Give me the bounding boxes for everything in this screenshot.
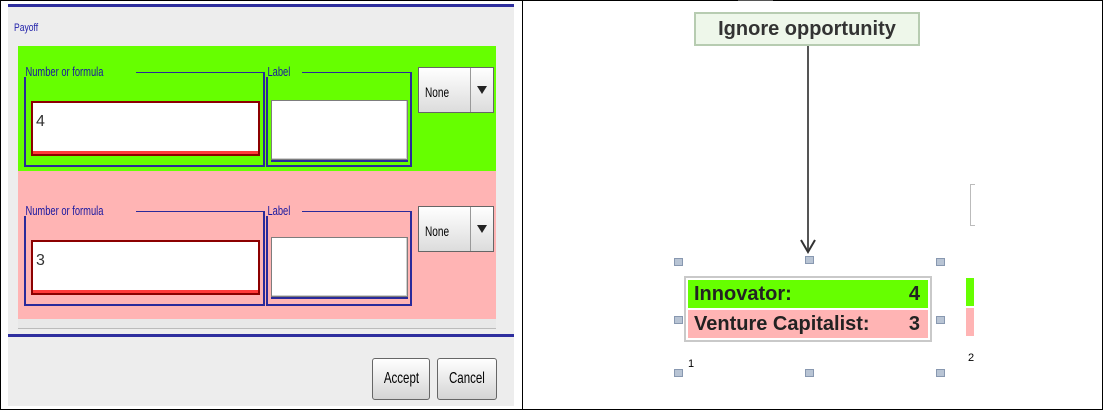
node-index: 1: [688, 358, 695, 370]
terminal-payoff-node[interactable]: Innovator: 4 Venture Capitalist: 3: [684, 276, 932, 342]
selection-handle[interactable]: [805, 369, 814, 377]
panel-footer-strip: [18, 319, 496, 329]
cancel-button-label: Cancel: [449, 370, 485, 387]
clipped-node: [970, 184, 975, 226]
player1-label-legend: Label: [267, 64, 291, 79]
accept-button-label: Accept: [383, 370, 419, 387]
accept-button[interactable]: Accept: [372, 358, 430, 400]
clipped-payoff-green: [966, 278, 974, 306]
player2-formula-legend: Number or formula: [25, 203, 104, 218]
cancel-button[interactable]: Cancel: [437, 358, 497, 400]
button-bar-separator: [8, 334, 514, 337]
player1-dropdown-value: None: [425, 84, 450, 100]
selection-handle[interactable]: [674, 316, 683, 324]
action-label[interactable]: Ignore opportunity: [694, 12, 920, 46]
payoff-value: 4: [908, 283, 920, 305]
clipped-payoff-pink: [966, 308, 974, 336]
selection-handle[interactable]: [805, 256, 814, 264]
payoff-row-innovator: Innovator: 4: [688, 280, 928, 308]
player2-format-dropdown[interactable]: None: [418, 206, 494, 252]
player2-label-input[interactable]: [271, 237, 408, 297]
selection-handle[interactable]: [936, 316, 945, 324]
player1-formula-legend: Number or formula: [25, 64, 104, 79]
selection-handle[interactable]: [674, 258, 683, 266]
selection-handle[interactable]: [936, 369, 945, 377]
player1-dropdown-button[interactable]: [470, 68, 493, 112]
payoff-row-venture-capitalist: Venture Capitalist: 3: [688, 310, 928, 338]
player2-dropdown-button[interactable]: [470, 207, 493, 251]
player1-formula-input[interactable]: 4: [31, 101, 260, 156]
player1-label-input[interactable]: [271, 100, 408, 160]
selection-handle[interactable]: [674, 369, 683, 377]
player2-formula-input[interactable]: 3: [31, 240, 260, 295]
chevron-down-icon: [477, 225, 487, 233]
payoff-player-name: Innovator:: [694, 283, 792, 305]
chevron-down-icon: [477, 86, 487, 94]
dialog-title: Payoff: [14, 22, 39, 34]
selection-handle[interactable]: [936, 258, 945, 266]
node-index: 2: [968, 352, 975, 364]
dialog-top-border: [8, 4, 514, 7]
player2-label-legend: Label: [267, 203, 291, 218]
tree-canvas: [738, 0, 816, 254]
payoff-value: 3: [908, 313, 920, 335]
player1-format-dropdown[interactable]: None: [418, 67, 494, 113]
payoff-player-name: Venture Capitalist:: [694, 313, 870, 335]
player2-dropdown-value: None: [425, 223, 450, 239]
